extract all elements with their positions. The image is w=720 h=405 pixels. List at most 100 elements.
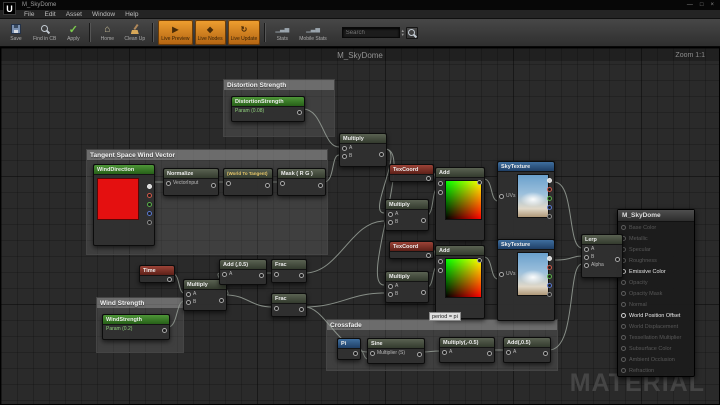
input-pin-a[interactable] bbox=[584, 247, 589, 252]
output-pin[interactable] bbox=[299, 273, 304, 278]
output-pin-g[interactable] bbox=[147, 202, 152, 207]
output-pin[interactable] bbox=[615, 257, 620, 262]
input-pin[interactable] bbox=[621, 324, 626, 329]
node-distortion-strength-param[interactable]: DistortionStrength Param (0.08) bbox=[231, 96, 305, 122]
input-pin[interactable] bbox=[621, 368, 626, 373]
output-pin[interactable] bbox=[318, 183, 323, 188]
input-pin-a[interactable] bbox=[506, 350, 511, 355]
minimize-button[interactable]: — bbox=[687, 2, 693, 8]
input-pin-a[interactable] bbox=[442, 350, 447, 355]
find-in-cb-button[interactable]: Find in CB bbox=[30, 20, 59, 45]
input-pin-b[interactable] bbox=[438, 190, 443, 195]
node-material-result[interactable]: M_SkyDome Base Color Metallic Specular R… bbox=[617, 209, 695, 377]
input-pin-uvs[interactable] bbox=[499, 272, 504, 277]
node-lerp[interactable]: Lerp A B Alpha bbox=[581, 234, 623, 278]
clean-up-button[interactable]: Clean Up bbox=[121, 20, 148, 45]
input-pin[interactable] bbox=[274, 272, 279, 277]
input-pin[interactable] bbox=[621, 291, 626, 296]
home-button[interactable]: ⌂ Home bbox=[95, 20, 119, 45]
input-pin-a[interactable] bbox=[388, 284, 393, 289]
node-multiply-neg-half[interactable]: Multiply(,-0.5) A bbox=[439, 337, 495, 363]
node-add-uv-bottom[interactable]: Add bbox=[435, 245, 485, 319]
input-pin-a[interactable] bbox=[186, 292, 191, 297]
output-pin[interactable] bbox=[421, 218, 426, 223]
input-pin-a[interactable] bbox=[342, 146, 347, 151]
output-pin-rgba[interactable] bbox=[147, 184, 152, 189]
input-pin-b[interactable] bbox=[584, 255, 589, 260]
input-pin-multiplier[interactable] bbox=[370, 351, 375, 356]
output-pin-b[interactable] bbox=[547, 205, 552, 210]
output-pin-b[interactable] bbox=[547, 283, 552, 288]
output-pin[interactable] bbox=[353, 351, 358, 356]
node-pi[interactable]: Pi bbox=[337, 338, 361, 360]
node-sine[interactable]: Sine Multiplier (S) bbox=[367, 338, 425, 364]
output-pin-a[interactable] bbox=[547, 214, 552, 219]
node-texcoord-top[interactable]: TexCoord bbox=[389, 164, 434, 182]
output-pin[interactable] bbox=[477, 258, 482, 263]
save-button[interactable]: Save bbox=[4, 20, 28, 45]
comment-title[interactable]: Distortion Strength bbox=[224, 80, 334, 90]
input-pin[interactable] bbox=[621, 302, 626, 307]
spin-down-icon[interactable]: ▼ bbox=[401, 33, 405, 37]
output-pin[interactable] bbox=[211, 183, 216, 188]
menu-asset[interactable]: Asset bbox=[66, 11, 82, 18]
node-add-half-offset[interactable]: Add (,0.5) A bbox=[219, 259, 267, 285]
comment-title[interactable]: Crossfade bbox=[327, 320, 557, 330]
input-pin-a[interactable] bbox=[388, 212, 393, 217]
output-pin-b[interactable] bbox=[147, 211, 152, 216]
node-normalize[interactable]: Normalize VectorInput bbox=[163, 168, 219, 196]
input-pin[interactable] bbox=[621, 346, 626, 351]
input-pin[interactable] bbox=[621, 225, 626, 230]
output-pin[interactable] bbox=[487, 351, 492, 356]
output-pin-rgb[interactable] bbox=[547, 256, 552, 261]
stats-button[interactable]: ▁▃▅ Stats bbox=[270, 20, 294, 45]
output-pin[interactable] bbox=[543, 351, 548, 356]
output-pin[interactable] bbox=[297, 110, 302, 115]
input-pin[interactable] bbox=[621, 357, 626, 362]
mobile-stats-button[interactable]: ▁▃▅ Mobile Stats bbox=[296, 20, 330, 45]
node-add-uv-top[interactable]: Add bbox=[435, 167, 485, 241]
output-pin-g[interactable] bbox=[547, 196, 552, 201]
node-sky-texture-top[interactable]: SkyTexture UVs bbox=[497, 161, 555, 243]
output-pin-a[interactable] bbox=[147, 220, 152, 225]
output-pin[interactable] bbox=[477, 180, 482, 185]
input-pin-uvs[interactable] bbox=[499, 194, 504, 199]
output-pin[interactable] bbox=[426, 253, 431, 258]
output-pin[interactable] bbox=[265, 183, 270, 188]
comment-title[interactable]: Tangent Space Wind Vector bbox=[87, 150, 327, 160]
output-pin[interactable] bbox=[259, 273, 264, 278]
output-pin[interactable] bbox=[167, 277, 172, 282]
output-pin-r[interactable] bbox=[547, 265, 552, 270]
close-button[interactable]: × bbox=[710, 2, 714, 8]
node-frac-bottom[interactable]: Frac bbox=[271, 293, 307, 317]
input-pin[interactable] bbox=[621, 335, 626, 340]
output-pin[interactable] bbox=[299, 307, 304, 312]
input-pin-b[interactable] bbox=[388, 220, 393, 225]
node-multiply-pan-top[interactable]: Multiply A B bbox=[385, 199, 429, 231]
live-preview-toggle[interactable]: ▶ Live Preview bbox=[158, 20, 192, 45]
maximize-button[interactable]: □ bbox=[700, 2, 704, 8]
menu-help[interactable]: Help bbox=[125, 11, 138, 18]
input-pin[interactable] bbox=[621, 280, 626, 285]
menu-window[interactable]: Window bbox=[92, 11, 115, 18]
input-pin-b[interactable] bbox=[186, 300, 191, 305]
output-pin[interactable] bbox=[219, 298, 224, 303]
input-pin[interactable] bbox=[280, 181, 285, 186]
search-go-button[interactable] bbox=[406, 27, 418, 39]
live-update-toggle[interactable]: ↻ Live Update bbox=[228, 20, 261, 45]
input-pin-a[interactable] bbox=[438, 259, 443, 264]
node-multiply-pan-bottom[interactable]: Multiply A B bbox=[385, 271, 429, 303]
node-sky-texture-bottom[interactable]: SkyTexture UVs bbox=[497, 239, 555, 321]
input-pin[interactable] bbox=[166, 181, 171, 186]
output-pin-r[interactable] bbox=[147, 193, 152, 198]
input-pin-alpha[interactable] bbox=[584, 263, 589, 268]
input-pin[interactable] bbox=[274, 306, 279, 311]
input-pin[interactable] bbox=[621, 313, 626, 318]
node-component-mask[interactable]: Mask ( R G ) bbox=[277, 168, 326, 196]
node-wind-direction-param[interactable]: WindDirection bbox=[93, 164, 155, 246]
output-pin-rgb[interactable] bbox=[547, 178, 552, 183]
output-pin[interactable] bbox=[417, 352, 422, 357]
apply-button[interactable]: ✓ Apply bbox=[61, 20, 85, 45]
live-nodes-toggle[interactable]: ◆ Live Nodes bbox=[195, 20, 226, 45]
node-frac-top[interactable]: Frac bbox=[271, 259, 307, 283]
